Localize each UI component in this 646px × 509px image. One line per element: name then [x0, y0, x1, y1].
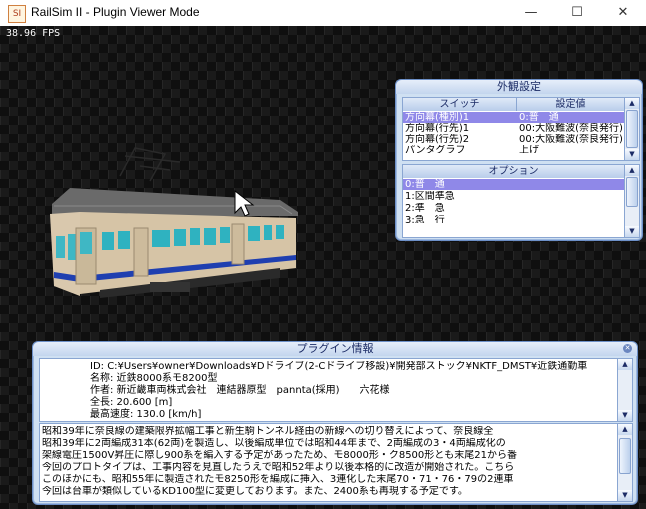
switch-row[interactable]: 方向幕(行先)2 00:大阪難波(奈良発行)	[403, 134, 624, 145]
switch-name: 方向幕(行先)2	[405, 134, 470, 145]
scroll-thumb[interactable]	[619, 438, 631, 474]
description-line: 今回のプロトタイプは、工事内容を見直したうえで昭和52年より以後本格的に改造が開…	[42, 462, 515, 473]
mouse-cursor-icon	[234, 189, 255, 217]
switch-name: 方向幕(種別)1	[405, 112, 470, 123]
switch-value: 上げ	[519, 145, 539, 153]
option-item[interactable]: 3:急 行	[403, 215, 626, 223]
maximize-button[interactable]: ☐	[554, 0, 600, 26]
switch-value: 00:大阪難波(奈良発行)	[519, 123, 623, 134]
description-line: 昭和39年に2両編成31本(62両)を製造し、以後編成単位では昭和44年まで、2…	[42, 438, 506, 449]
scroll-up-icon[interactable]: ▲	[618, 424, 632, 435]
description-line: このほかにも、昭和55年に製造されたモ8250形を編成に挿入、3連化した末尾70…	[42, 474, 514, 485]
appearance-panel-title: 外観設定	[396, 80, 642, 94]
scroll-thumb[interactable]	[626, 110, 638, 148]
plugin-id: ID: C:¥Users¥owner¥Downloads¥Dドライブ(2-Cドラ…	[90, 361, 588, 372]
plugin-length: 全長: 20.600 [m]	[90, 397, 173, 408]
details-scrollbar[interactable]: ▲ ▼	[617, 359, 632, 421]
plugin-name: 名称: 近鉄8000系モ8200型	[90, 373, 218, 384]
switch-column-header[interactable]: スイッチ	[403, 98, 517, 111]
description-line: 架線電圧1500V昇圧に際し900系を編入する予定があったため、モ8000形・ク…	[42, 450, 517, 461]
window-title: RailSim II - Plugin Viewer Mode	[31, 5, 200, 19]
title-bar: SI RailSim II - Plugin Viewer Mode — ☐ ✕	[0, 0, 646, 26]
close-button[interactable]: ✕	[600, 0, 646, 26]
switch-row[interactable]: パンタグラフ 上げ	[403, 145, 624, 153]
scroll-down-icon[interactable]: ▼	[625, 149, 639, 160]
description-line: 昭和39年に奈良線の建築限界拡幅工事と新生駒トンネル経由の新線への切り替えによっ…	[42, 426, 494, 437]
railsim-app-icon: SI	[8, 5, 26, 23]
switch-value: 0:普 通	[519, 112, 559, 123]
switch-value: 00:大阪難波(奈良発行)	[519, 134, 623, 145]
description-scrollbar[interactable]: ▲ ▼	[617, 424, 632, 501]
switch-name: 方向幕(行先)1	[405, 123, 470, 134]
switch-list-scrollbar[interactable]: ▲ ▼	[624, 98, 639, 160]
value-column-header[interactable]: 設定値	[517, 98, 625, 111]
fps-counter: 38.96 FPS	[6, 28, 61, 39]
option-list[interactable]: オプション 0:普 通 1:区間準急 2:準 急 3:急 行 ▲ ▼	[402, 164, 640, 238]
appearance-settings-panel: 外観設定 スイッチ 設定値 方向幕(種別)1 0:普 通 方向幕(行先)1 00…	[395, 79, 643, 241]
plugin-max-speed: 最高速度: 130.0 [km/h]	[90, 409, 202, 420]
scroll-thumb[interactable]	[626, 177, 638, 207]
scroll-down-icon[interactable]: ▼	[618, 410, 632, 421]
close-icon[interactable]: ✕	[623, 344, 632, 353]
option-item[interactable]: 0:普 通	[403, 179, 626, 190]
plugin-info-title: プラグイン情報	[33, 342, 637, 356]
switch-name: パンタグラフ	[405, 145, 466, 153]
plugin-info-panel: プラグイン情報 ✕ ID: C:¥Users¥owner¥Downloads¥D…	[32, 341, 638, 505]
options-column-header: オプション	[403, 165, 624, 178]
scroll-up-icon[interactable]: ▲	[625, 165, 639, 176]
minimize-button[interactable]: —	[508, 0, 554, 26]
switch-row[interactable]: 方向幕(行先)1 00:大阪難波(奈良発行)	[403, 123, 624, 134]
scroll-up-icon[interactable]: ▲	[625, 98, 639, 109]
switch-list[interactable]: スイッチ 設定値 方向幕(種別)1 0:普 通 方向幕(行先)1 00:大阪難波…	[402, 97, 640, 161]
plugin-description-box: 昭和39年に奈良線の建築限界拡幅工事と新生駒トンネル経由の新線への切り替えによっ…	[39, 423, 633, 502]
plugin-author: 作者: 新近畿車両株式会社 連結器原型 pannta(採用) 六花様	[90, 385, 390, 396]
scroll-down-icon[interactable]: ▼	[625, 226, 639, 237]
option-item[interactable]: 1:区間準急	[403, 191, 626, 202]
scroll-down-icon[interactable]: ▼	[618, 490, 632, 501]
switch-row[interactable]: 方向幕(種別)1 0:普 通	[403, 112, 624, 123]
train-model-render	[50, 147, 298, 298]
3d-viewport[interactable]: 38.96 FPS 外観設定 スイッチ 設定値 方向幕(種別)1 0:普 通 方…	[0, 26, 646, 509]
description-line: 今回は台車が類似しているKD100型に変更しております。また、2400系も再現す…	[42, 486, 468, 497]
option-list-scrollbar[interactable]: ▲ ▼	[624, 165, 639, 237]
plugin-details-box: ID: C:¥Users¥owner¥Downloads¥Dドライブ(2-Cドラ…	[39, 358, 633, 422]
scroll-up-icon[interactable]: ▲	[618, 359, 632, 370]
option-item[interactable]: 2:準 急	[403, 203, 626, 214]
